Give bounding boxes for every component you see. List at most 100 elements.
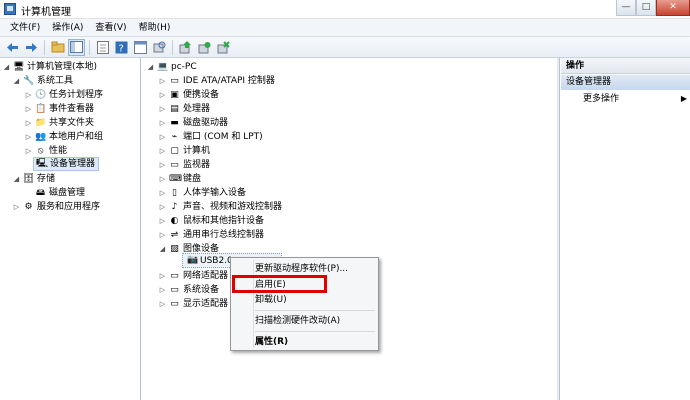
minimize-button[interactable]: — (616, 0, 636, 16)
device-category-label: 便携设备 (183, 90, 220, 100)
menu-file[interactable]: 文件(F) (4, 19, 46, 37)
device-category-label: 端口 (COM 和 LPT) (183, 132, 263, 142)
help-window-icon[interactable] (132, 39, 149, 56)
expand-arrow-icon[interactable]: ▷ (158, 88, 167, 102)
expand-arrow-icon[interactable]: ▷ (24, 102, 33, 116)
camera-device-icon: 📷 (187, 255, 199, 265)
device-category-row[interactable]: ▷ ◐ 鼠标和其他指针设备 (158, 214, 264, 228)
device-category-row[interactable]: ▷ ⌁ 端口 (COM 和 LPT) (158, 130, 263, 144)
menu-scan-hardware[interactable]: 扫描检测硬件改动(A) (255, 314, 340, 328)
back-arrow-icon[interactable] (4, 39, 21, 56)
expand-arrow-icon[interactable]: ▷ (158, 200, 167, 214)
close-button[interactable]: ✕ (656, 0, 690, 16)
tree-item-storage[interactable]: ◢ 🗄 存储 (12, 172, 55, 186)
scrollbar[interactable] (557, 58, 559, 400)
help-icon[interactable]: ? (113, 39, 130, 56)
menu-update-driver[interactable]: 更新驱动程序软件(P)... (255, 262, 348, 276)
expand-arrow-icon[interactable]: ▷ (158, 172, 167, 186)
forward-arrow-icon[interactable] (23, 39, 40, 56)
device-category-row[interactable]: ▷ ▢ 计算机 (158, 144, 210, 158)
ide-controller-icon: ▭ (170, 75, 179, 86)
uninstall-icon[interactable] (215, 39, 232, 56)
expand-arrow-icon[interactable]: ▷ (24, 116, 33, 130)
device-category-row[interactable]: ▷ ▭ 监视器 (158, 158, 210, 172)
tree-item-local-users[interactable]: ▷ 👥 本地用户和组 (24, 130, 103, 144)
expand-arrow-icon[interactable]: ▷ (24, 88, 33, 102)
device-category-row[interactable]: ▷ ▤ 处理器 (158, 102, 210, 116)
expand-arrow-icon[interactable]: ▷ (158, 228, 167, 242)
device-category-row[interactable]: ▷ ⌨ 键盘 (158, 172, 201, 186)
collapse-arrow-icon[interactable]: ◢ (146, 60, 155, 74)
more-actions[interactable]: 更多操作 (583, 92, 619, 106)
device-category-row[interactable]: ▷ ♪ 声音、视频和游戏控制器 (158, 200, 282, 214)
tree-item-shared-folders[interactable]: ▷ 📁 共享文件夹 (24, 116, 94, 130)
scan-hardware-icon[interactable] (151, 39, 168, 56)
device-category-label: 计算机 (183, 146, 211, 156)
expand-arrow-icon[interactable]: ▷ (158, 130, 167, 144)
submenu-arrow-icon[interactable]: ▶ (681, 92, 687, 106)
expand-arrow-icon[interactable]: ▷ (24, 144, 33, 158)
expand-arrow-icon[interactable]: ▷ (158, 269, 167, 283)
device-category-label: 声音、视频和游戏控制器 (183, 202, 283, 212)
update-driver-icon[interactable] (177, 39, 194, 56)
toolbar-separator (89, 39, 90, 55)
expand-arrow-icon[interactable]: ▷ (158, 144, 167, 158)
device-category-row[interactable]: ▷ ⇌ 通用串行总线控制器 (158, 228, 264, 242)
device-category-row[interactable]: ▷ ▭ 网络适配器 (158, 269, 228, 283)
device-tree-root[interactable]: ◢ 💻 pc-PC (146, 60, 197, 74)
computer-name: pc-PC (171, 62, 197, 72)
expand-arrow-icon[interactable]: ▷ (158, 214, 167, 228)
tree-item-event-viewer[interactable]: ▷ 📋 事件查看器 (24, 102, 94, 116)
device-category-row[interactable]: ▷ ▯ 人体学输入设备 (158, 186, 246, 200)
tree-item-services-apps[interactable]: ▷ ⚙ 服务和应用程序 (12, 200, 100, 214)
expand-arrow-icon[interactable]: ▷ (158, 74, 167, 88)
services-icon: ⚙ (24, 201, 33, 212)
expand-arrow-icon[interactable]: ▷ (24, 130, 33, 144)
tree-item-task-scheduler[interactable]: ▷ 🕓 任务计划程序 (24, 88, 103, 102)
expand-arrow-icon[interactable]: ▷ (158, 283, 167, 297)
collapse-arrow-icon[interactable]: ◢ (12, 74, 21, 88)
menu-view[interactable]: 查看(V) (89, 19, 132, 37)
tree-item-disk-management[interactable]: 🖴 磁盘管理 (33, 186, 85, 200)
collapse-arrow-icon[interactable]: ◢ (2, 60, 11, 74)
device-label: USB2.0 (200, 256, 233, 266)
menu-action[interactable]: 操作(A) (46, 19, 89, 37)
tree-item-device-manager[interactable]: 🖳 设备管理器 (33, 157, 100, 171)
title-bar: 计算机管理 — □ ✕ (0, 0, 690, 19)
device-category-row[interactable]: ▷ ▭ 系统设备 (158, 283, 219, 297)
expand-arrow-icon[interactable]: ▷ (158, 158, 167, 172)
show-hide-tree-icon[interactable] (68, 38, 85, 56)
collapse-arrow-icon[interactable]: ◢ (158, 242, 167, 256)
expand-arrow-icon[interactable]: ▷ (158, 116, 167, 130)
device-category-row[interactable]: ▷ ▭ 显示适配器 (158, 297, 228, 311)
tree-item-label: 共享文件夹 (49, 118, 95, 128)
menu-uninstall[interactable]: 卸载(U) (255, 293, 287, 307)
menu-help[interactable]: 帮助(H) (133, 19, 177, 37)
pc-icon: 💻 (157, 61, 169, 72)
disable-device-icon[interactable] (196, 39, 213, 56)
tree-item-performance[interactable]: ▷ ⦸ 性能 (24, 144, 67, 158)
window-controls: — □ ✕ (616, 0, 690, 16)
device-category-row[interactable]: ▷ ▭ IDE ATA/ATAPI 控制器 (158, 74, 275, 88)
portable-device-icon: ▣ (170, 89, 179, 100)
tree-item-system-tools[interactable]: ◢ 🔧 系统工具 (12, 74, 73, 88)
device-category-row[interactable]: ▷ ▣ 便携设备 (158, 88, 219, 102)
up-folder-icon[interactable] (49, 39, 66, 56)
properties-icon[interactable] (94, 39, 111, 56)
expand-arrow-icon[interactable]: ▷ (158, 102, 167, 116)
computer-management-icon: 🖥 (13, 61, 25, 72)
expand-arrow-icon[interactable]: ▷ (158, 186, 167, 200)
keyboard-icon: ⌨ (169, 173, 182, 184)
menu-properties[interactable]: 属性(R) (255, 335, 288, 349)
disk-icon: 🖴 (35, 187, 46, 198)
collapse-arrow-icon[interactable]: ◢ (12, 172, 21, 186)
shared-folder-icon: 📁 (35, 117, 47, 128)
maximize-button[interactable]: □ (636, 0, 656, 16)
actions-section-device-manager[interactable]: 设备管理器 (561, 75, 690, 90)
tree-item-label: 系统工具 (37, 76, 74, 86)
clock-icon: 🕓 (35, 89, 47, 100)
expand-arrow-icon[interactable]: ▷ (158, 297, 167, 311)
tree-root[interactable]: ◢ 🖥 计算机管理(本地) (2, 60, 97, 74)
device-category-row[interactable]: ▷ ▬ 磁盘驱动器 (158, 116, 228, 130)
expand-arrow-icon[interactable]: ▷ (12, 200, 21, 214)
